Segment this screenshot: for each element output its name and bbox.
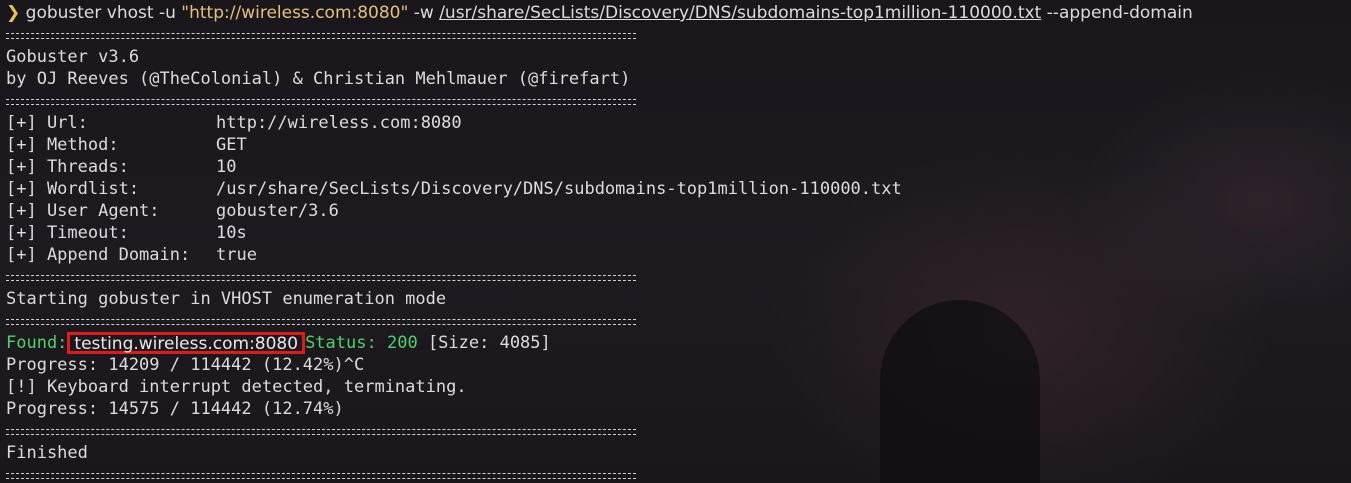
config-value: true (216, 245, 257, 265)
separator-line (6, 24, 1351, 46)
config-value: /usr/share/SecLists/Discovery/DNS/subdom… (216, 179, 902, 199)
banner-title: Gobuster v3.6 (6, 47, 140, 67)
size-value: [Size: 4085] (427, 333, 551, 353)
separator-line (6, 310, 1351, 332)
found-label: Found: (6, 333, 68, 353)
prompt-icon: ❯ (6, 3, 21, 23)
banner-authors: by OJ Reeves (@TheColonial) & Christian … (6, 69, 631, 89)
progress-line: Progress: 14575 / 114442 (12.74%) (6, 399, 344, 419)
config-row: [+] Wordlist: /usr/share/SecLists/Discove… (6, 178, 1351, 200)
command-binary: gobuster (25, 3, 102, 23)
config-label: [+] User Agent: (6, 201, 160, 221)
config-value: http://wireless.com:8080 (216, 113, 462, 133)
config-label: [+] Append Domain: (6, 245, 191, 265)
status-label: Status: (305, 333, 377, 353)
separator (6, 266, 636, 288)
config-row: [+] Timeout: 10s (6, 222, 1351, 244)
separator-line (6, 266, 1351, 288)
mode-line: Starting gobuster in VHOST enumeration m… (6, 289, 447, 309)
command-line: ❯ gobuster vhost -u "http://wireless.com… (6, 2, 1351, 24)
command-subcommand: vhost (106, 3, 154, 23)
separator (6, 464, 636, 483)
found-host-highlight: testing.wireless.com:8080 (67, 332, 306, 354)
config-label: [+] Url: (6, 113, 88, 133)
config-label: [+] Threads: (6, 157, 129, 177)
config-value: 10 (216, 157, 237, 177)
separator (6, 24, 636, 46)
found-result-line: Found: testing.wireless.com:8080 Status: 2… (6, 332, 1351, 354)
config-label: [+] Method: (6, 135, 119, 155)
progress-line: Progress: 14209 / 114442 (12.42%)^C (6, 355, 365, 375)
config-row: [+] Append Domain: true (6, 244, 1351, 266)
separator-line (6, 464, 1351, 483)
status-code: 200 (386, 333, 418, 353)
separator-line (6, 420, 1351, 442)
terminal-output[interactable]: ❯ gobuster vhost -u "http://wireless.com… (6, 2, 1351, 483)
command-wordlist-path: /usr/share/SecLists/Discovery/DNS/subdom… (439, 3, 1042, 23)
separator (6, 310, 636, 332)
separator (6, 90, 636, 112)
command-url: "http://wireless.com:8080" (181, 3, 409, 23)
config-value: GET (216, 135, 247, 155)
command-url-flag: -u (158, 3, 176, 23)
command-wordlist-flag: -w (413, 3, 434, 23)
config-row: [+] Threads: 10 (6, 156, 1351, 178)
config-value: 10s (216, 223, 247, 243)
config-row: [+] Url: http://wireless.com:8080 (6, 112, 1351, 134)
finished-line: Finished (6, 443, 88, 463)
config-label: [+] Wordlist: (6, 179, 140, 199)
separator (6, 420, 636, 442)
separator-line (6, 90, 1351, 112)
config-row: [+] User Agent: gobuster/3.6 (6, 200, 1351, 222)
config-value: gobuster/3.6 (216, 201, 339, 221)
interrupt-line: [!] Keyboard interrupt detected, termina… (6, 377, 467, 397)
config-label: [+] Timeout: (6, 223, 129, 243)
config-row: [+] Method: GET (6, 134, 1351, 156)
command-extra-flag: --append-domain (1046, 3, 1193, 23)
